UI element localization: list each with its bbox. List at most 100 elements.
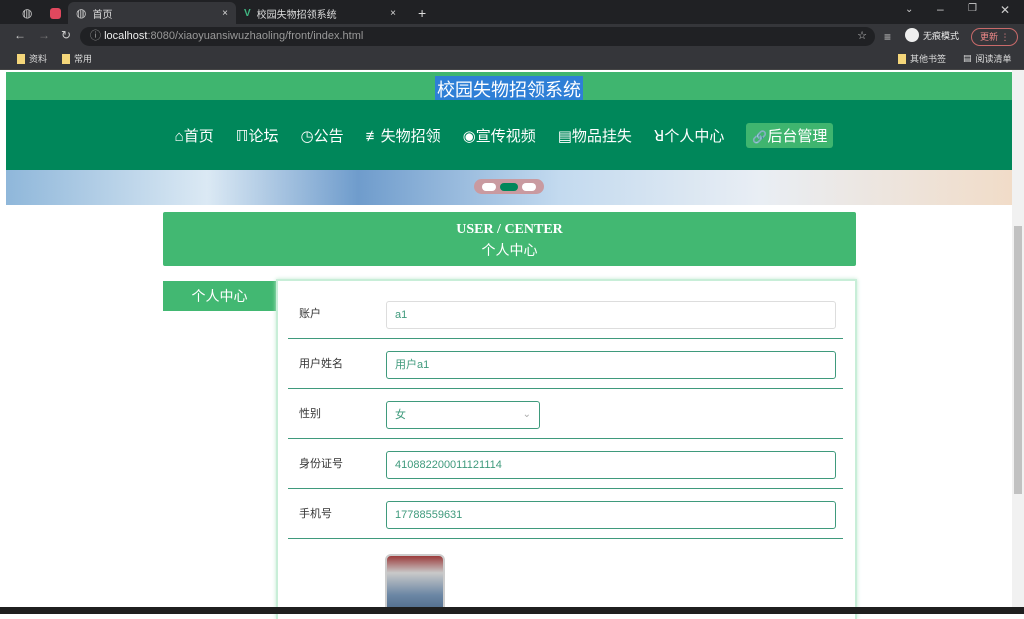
nav-label: 公告 bbox=[314, 128, 344, 145]
carousel-dot-active[interactable] bbox=[500, 183, 518, 191]
incognito-badge[interactable]: 无痕模式 bbox=[905, 28, 959, 42]
tab-label: 首页 bbox=[92, 6, 112, 21]
update-button[interactable]: 更新 ⋮ bbox=[971, 28, 1018, 46]
forum-icon: ℿ bbox=[236, 128, 249, 145]
tab-home[interactable]: ◍ 首页 × bbox=[68, 2, 236, 24]
incognito-icon bbox=[905, 28, 919, 42]
os-taskbar bbox=[0, 607, 1024, 614]
section-header: USER / CENTER 个人中心 bbox=[163, 212, 856, 266]
update-label: 更新 bbox=[980, 32, 998, 42]
nav-label: 物品挂失 bbox=[572, 128, 632, 145]
report-icon: ▤ bbox=[558, 128, 572, 145]
bookmark-label: 阅读清单 bbox=[976, 52, 1012, 65]
globe-icon: ◍ bbox=[76, 6, 86, 20]
nav-report-lost[interactable]: ▤物品挂失 bbox=[558, 125, 632, 146]
home-icon: ⌂ bbox=[175, 128, 184, 145]
reload-icon[interactable]: ↻ bbox=[61, 28, 71, 42]
pinned-tab[interactable]: ◍ bbox=[14, 2, 40, 24]
list-icon: ▤ bbox=[963, 53, 972, 64]
nav-video[interactable]: ◉宣传视频 bbox=[463, 125, 536, 146]
nav-lost-found[interactable]: ≢失物招领 bbox=[366, 125, 441, 146]
form-row-phone: 手机号 17788559631 bbox=[288, 489, 843, 539]
form-row-name: 用户姓名 用户a1 bbox=[288, 339, 843, 389]
folder-icon bbox=[898, 54, 906, 64]
browser-tab-bar: ◍ ◍ 首页 × V 校园失物招领系统 × + ⌄ – ❐ ✕ bbox=[0, 0, 1024, 24]
tab-system[interactable]: V 校园失物招领系统 × bbox=[236, 2, 404, 24]
field-label: 账户 bbox=[299, 289, 321, 339]
folder-icon bbox=[62, 54, 70, 64]
phone-input[interactable]: 17788559631 bbox=[386, 501, 836, 529]
bookmark-label: 资料 bbox=[29, 52, 47, 65]
form-row-gender: 性别女⌄ bbox=[288, 389, 843, 439]
incognito-label: 无痕模式 bbox=[923, 29, 959, 42]
restore-icon[interactable]: ❐ bbox=[968, 3, 977, 14]
nav-notice[interactable]: ◷公告 bbox=[300, 125, 343, 146]
back-icon[interactable]: ← bbox=[14, 28, 26, 42]
bookmark-label: 常用 bbox=[74, 52, 92, 65]
url-host: localhost bbox=[104, 30, 147, 42]
list-icon: ≢ bbox=[366, 128, 381, 145]
section-title-en: USER / CENTER bbox=[163, 222, 856, 238]
url-path: :8080/xiaoyuansiwuzhaoling/front/index.h… bbox=[147, 30, 363, 42]
close-tab-icon[interactable]: × bbox=[222, 8, 228, 19]
carousel-indicators bbox=[474, 179, 544, 194]
field-label: 用户姓名 bbox=[299, 339, 343, 389]
new-tab-button[interactable]: + bbox=[410, 2, 434, 24]
nav-home[interactable]: ⌂首页 bbox=[175, 125, 214, 146]
field-label: 手机号 bbox=[299, 489, 332, 539]
vue-icon: V bbox=[244, 8, 251, 19]
avatar-photo[interactable] bbox=[385, 554, 445, 614]
tab-search-icon[interactable]: ⌄ bbox=[905, 4, 913, 15]
bookmark-folder[interactable]: 常用 bbox=[62, 52, 92, 65]
clock-icon: ◷ bbox=[300, 128, 313, 145]
reading-list[interactable]: ▤ 阅读清单 bbox=[963, 52, 1012, 65]
bookmarks-bar bbox=[0, 48, 1024, 70]
gender-select[interactable]: 女⌄ bbox=[386, 401, 540, 429]
carousel-dot[interactable] bbox=[482, 183, 496, 191]
field-label: 身份证号 bbox=[299, 439, 343, 489]
nav-forum[interactable]: ℿ论坛 bbox=[236, 125, 279, 146]
video-icon: ◉ bbox=[463, 128, 476, 145]
form-row-account: 账户 a1 bbox=[288, 289, 843, 339]
info-icon: ⓘ bbox=[90, 30, 104, 42]
folder-icon bbox=[17, 54, 25, 64]
app-icon bbox=[50, 8, 61, 19]
section-title-zh: 个人中心 bbox=[163, 240, 856, 260]
nav-label: 失物招领 bbox=[381, 128, 441, 145]
name-input[interactable]: 用户a1 bbox=[386, 351, 836, 379]
profile-form: 账户a1 用户姓名用户a1 性别女⌄ 身份证号41088220001112111… bbox=[276, 279, 857, 619]
gender-value: 女 bbox=[395, 409, 406, 421]
form-row-idcard: 身份证号 410882200011121114 bbox=[288, 439, 843, 489]
bookmark-folder[interactable]: 资料 bbox=[17, 52, 47, 65]
tab-label: 校园失物招领系统 bbox=[257, 6, 337, 21]
account-input[interactable]: a1 bbox=[386, 301, 836, 329]
bookmark-label: 其他书签 bbox=[910, 52, 946, 65]
nav-label: 首页 bbox=[184, 128, 214, 145]
globe-icon: ◍ bbox=[22, 6, 32, 20]
nav-label: 个人中心 bbox=[664, 128, 724, 145]
main-nav: ⌂首页 ℿ论坛 ◷公告 ≢失物招领 ◉宣传视频 ▤物品挂失 ꓤ个人中心 🔗后台管… bbox=[6, 100, 1012, 170]
nav-user-center[interactable]: ꓤ个人中心 bbox=[654, 125, 724, 146]
minimize-icon[interactable]: – bbox=[937, 2, 944, 16]
reading-list-icon[interactable]: ≡ bbox=[884, 30, 891, 44]
link-icon: 🔗 bbox=[752, 130, 767, 144]
nav-label: 后台管理 bbox=[767, 128, 827, 145]
site-title: 校园失物招领系统 bbox=[435, 76, 583, 102]
forward-icon[interactable]: → bbox=[38, 28, 50, 42]
nav-admin[interactable]: 🔗后台管理 bbox=[746, 123, 833, 148]
nav-label: 论坛 bbox=[248, 128, 278, 145]
close-window-icon[interactable]: ✕ bbox=[1000, 3, 1010, 17]
side-tab-user-center[interactable]: 个人中心 bbox=[163, 281, 276, 311]
pinned-tab-2[interactable] bbox=[42, 2, 69, 24]
site-header: 校园失物招领系统 bbox=[6, 72, 1012, 100]
field-label: 性别 bbox=[299, 389, 321, 439]
chevron-down-icon: ⌄ bbox=[523, 402, 531, 428]
carousel-dot[interactable] bbox=[522, 183, 536, 191]
star-icon[interactable]: ☆ bbox=[857, 27, 867, 46]
scrollbar-thumb[interactable] bbox=[1014, 226, 1022, 494]
close-tab-icon[interactable]: × bbox=[390, 8, 396, 19]
other-bookmarks[interactable]: 其他书签 bbox=[898, 52, 946, 65]
id-card-input[interactable]: 410882200011121114 bbox=[386, 451, 836, 479]
url-input[interactable]: ⓘ localhost:8080/xiaoyuansiwuzhaoling/fr… bbox=[80, 27, 875, 46]
nav-label: 宣传视频 bbox=[476, 128, 536, 145]
